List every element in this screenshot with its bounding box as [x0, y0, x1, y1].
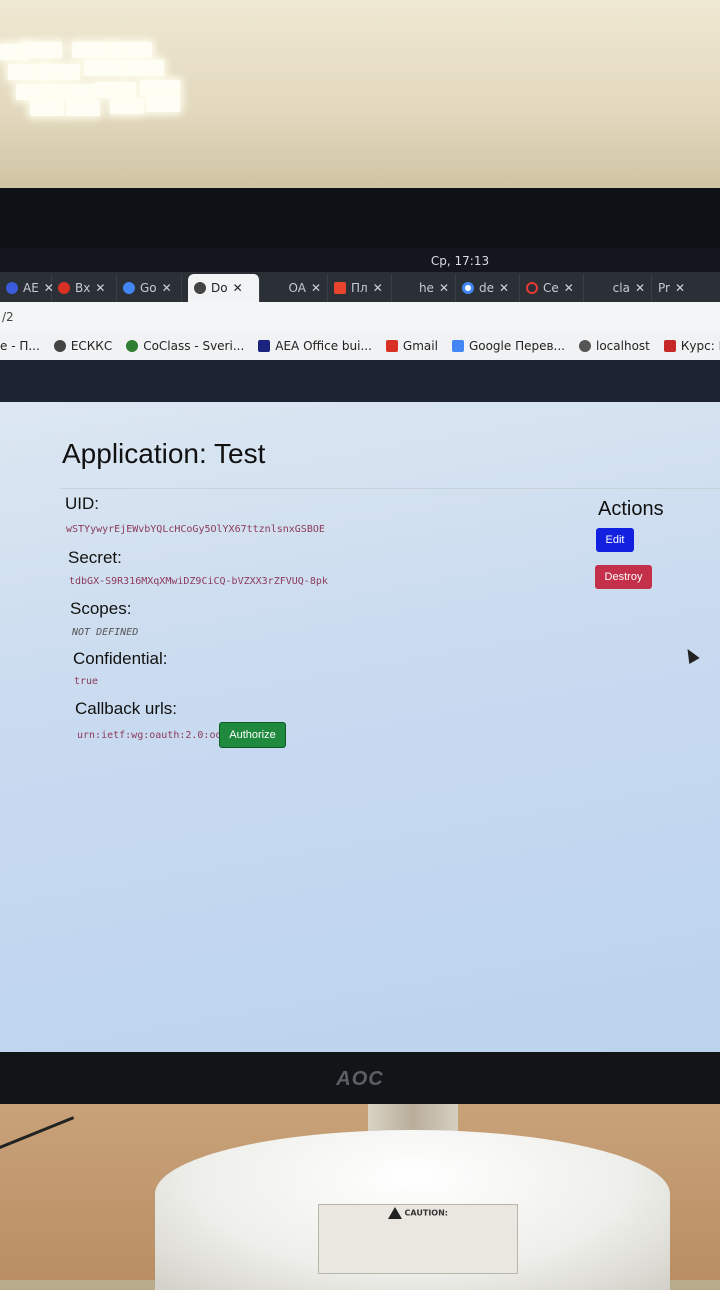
tab-2[interactable]: Go ✕: [117, 274, 182, 302]
callback-url-value: urn:ietf:wg:oauth:2.0:oob: [77, 730, 228, 741]
gmail-icon: [58, 282, 70, 294]
secret-label: Secret:: [68, 548, 122, 567]
close-icon[interactable]: ✕: [373, 281, 383, 295]
bookmark-google-translate[interactable]: Google Перев...: [451, 339, 565, 353]
tab-label: Do: [211, 281, 228, 295]
tab-label: AE: [23, 281, 39, 295]
tab-label: he: [418, 281, 434, 295]
close-icon[interactable]: ✕: [635, 281, 645, 295]
tab-favicon-icon: [334, 282, 346, 294]
close-icon[interactable]: ✕: [564, 281, 574, 295]
close-icon[interactable]: ✕: [499, 281, 509, 295]
bookmark-coclass[interactable]: CoClass - Sveri...: [126, 339, 244, 353]
bookmark-label: е - П...: [0, 339, 40, 353]
close-icon[interactable]: ✕: [233, 281, 243, 295]
tab-label: Вх: [75, 281, 91, 295]
monitor-brand-logo: AOC: [336, 1068, 384, 1090]
ceiling-lamp: [0, 40, 190, 118]
authorize-button[interactable]: Authorize: [219, 722, 286, 748]
bookmark-label: Gmail: [402, 339, 438, 353]
google-translate-icon: [123, 282, 135, 294]
tab-label: de: [479, 281, 494, 295]
close-icon[interactable]: ✕: [162, 281, 172, 295]
actions-heading: Actions: [598, 498, 664, 520]
bookmark-0[interactable]: е - П...: [0, 339, 40, 353]
office-icon: [258, 340, 271, 352]
bookmark-revit-course[interactable]: Курс: Revit: [663, 339, 720, 353]
tab-4[interactable]: OA ✕: [260, 274, 328, 302]
tab-label: Go: [140, 281, 157, 295]
mouse-cursor-icon: [682, 645, 700, 665]
bookmark-label: Google Перев...: [468, 339, 565, 353]
globe-icon: [579, 340, 591, 352]
tab-0[interactable]: AE ✕: [0, 274, 54, 302]
bookmark-label: AEA Office bui...: [275, 339, 372, 353]
secret-value: tdbGX-S9R316MXqXMwiDZ9CiCQ-bVZXX3rZFVUQ-…: [69, 576, 328, 587]
tab-label: cla: [612, 281, 630, 295]
tab-label: OA: [288, 281, 306, 295]
github-icon: [194, 282, 206, 294]
bookmark-label: Курс: Revit: [680, 339, 720, 353]
opera-icon: [526, 282, 538, 294]
tab-5[interactable]: Пл ✕: [328, 274, 392, 302]
bookmark-label: localhost: [596, 339, 650, 353]
uid-value: wSTYywyrEjEWvbYQLcHCoGy5OlYX67ttznlsnxGS…: [66, 524, 325, 535]
tab-1[interactable]: Вх ✕: [52, 274, 117, 302]
browser-tab-strip: AE ✕ Вх ✕ Go ✕ Do ✕ OA ✕ Пл ✕ he ✕ de ✕ …: [0, 272, 720, 302]
course-icon: [663, 340, 676, 352]
scopes-value: NOT DEFINED: [72, 627, 139, 638]
bookmarks-bar: е - П... ЕСККС CoClass - Sveri... AEA Of…: [0, 332, 720, 361]
tab-7[interactable]: de ✕: [456, 274, 520, 302]
url-text: /2: [2, 310, 14, 324]
caution-label: CAUTION:: [318, 1204, 518, 1274]
tab-label: Пл: [351, 281, 368, 295]
edit-button[interactable]: Edit: [596, 528, 634, 552]
caution-title: CAUTION:: [404, 1208, 448, 1218]
tab-active[interactable]: Do ✕: [188, 274, 260, 302]
confidential-label: Confidential:: [73, 649, 168, 668]
gmail-icon: [385, 340, 398, 352]
tab-label: Pr: [658, 281, 670, 295]
coclass-icon: [126, 340, 139, 352]
app-navbar: [0, 360, 720, 402]
bookmark-eskks[interactable]: ЕСККС: [53, 339, 113, 353]
address-bar[interactable]: /2: [0, 302, 720, 332]
close-icon[interactable]: ✕: [675, 281, 685, 295]
google-icon: [462, 282, 474, 294]
google-translate-icon: [451, 340, 464, 352]
bookmark-gmail[interactable]: Gmail: [385, 339, 438, 353]
warning-icon: [388, 1207, 402, 1219]
divider: [60, 488, 720, 489]
tab-favicon-icon: [6, 282, 18, 294]
tab-9[interactable]: cla ✕: [584, 274, 652, 302]
confidential-value: true: [74, 676, 99, 687]
tab-8[interactable]: Ce ✕: [520, 274, 584, 302]
bookmark-localhost[interactable]: localhost: [579, 339, 650, 353]
bookmark-label: CoClass - Sveri...: [143, 339, 245, 353]
bookmark-aea-office[interactable]: AEA Office bui...: [258, 339, 372, 353]
close-icon[interactable]: ✕: [439, 281, 449, 295]
globe-icon: [53, 340, 66, 352]
tab-label: Ce: [543, 281, 559, 295]
uid-label: UID:: [65, 494, 99, 513]
monitor-bezel-top: [0, 188, 720, 250]
tab-10[interactable]: Pr ✕: [652, 274, 696, 302]
close-icon[interactable]: ✕: [311, 281, 321, 295]
destroy-button[interactable]: Destroy: [595, 565, 652, 589]
ceiling-background: [0, 0, 720, 190]
system-clock: Ср, 17:13: [0, 248, 720, 274]
page-title: Application: Test: [62, 438, 266, 469]
bookmark-label: ЕСККС: [70, 339, 113, 353]
close-icon[interactable]: ✕: [95, 281, 105, 295]
callback-urls-label: Callback urls:: [75, 699, 178, 718]
scopes-label: Scopes:: [70, 599, 132, 618]
page-content: Application: Test UID: wSTYywyrEjEWvbYQL…: [0, 402, 720, 1052]
tab-6[interactable]: he ✕: [392, 274, 456, 302]
